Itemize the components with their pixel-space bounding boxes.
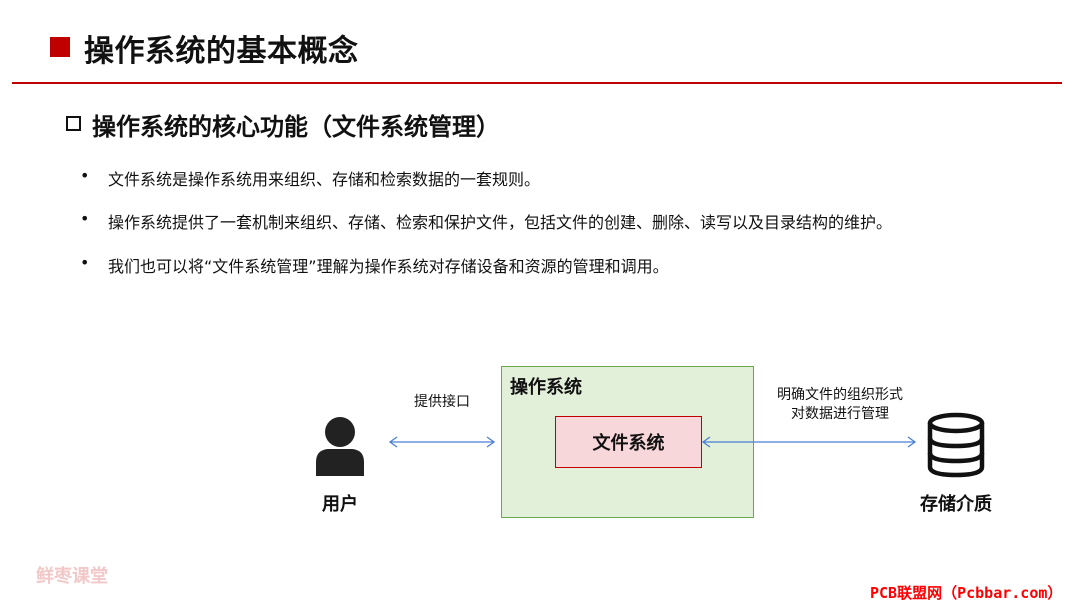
database-icon — [927, 412, 985, 478]
watermark-left: 鲜枣课堂 — [36, 566, 108, 587]
connector-arrows — [388, 436, 917, 448]
storage-label: 存储介质 — [920, 494, 992, 515]
watermark-right: PCB联盟网（Pcbbar.com） — [870, 584, 1063, 602]
